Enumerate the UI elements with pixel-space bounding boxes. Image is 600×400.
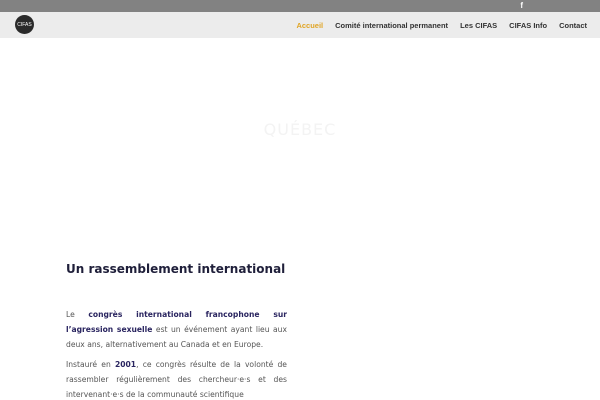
nav-item-contact[interactable]: Contact <box>559 21 587 30</box>
facebook-icon[interactable]: f <box>520 1 523 11</box>
p2-strong: 2001 <box>114 360 137 369</box>
section-title: Un rassemblement international <box>66 262 286 276</box>
p2-lead: Instauré en <box>66 360 115 369</box>
nav-item-cifas-info[interactable]: CIFAS Info <box>509 21 547 30</box>
hero-title: QUÉBEC <box>263 120 337 139</box>
top-bar: f <box>0 0 600 12</box>
logo-text: CIFAS <box>17 21 32 28</box>
site-header: CIFAS Accueil Comité international perma… <box>0 12 600 38</box>
main-nav: Accueil Comité international permanent L… <box>284 12 587 38</box>
intro-paragraph: Le congrès international francophone sur… <box>66 307 287 352</box>
nav-item-accueil[interactable]: Accueil <box>296 21 323 30</box>
nav-item-les-cifas[interactable]: Les CIFAS <box>460 21 497 30</box>
nav-item-comite[interactable]: Comité international permanent <box>335 21 448 30</box>
history-paragraph: Instauré en 2001, ce congrès résulte de … <box>66 357 287 400</box>
p1-lead: Le <box>66 310 89 319</box>
cifas-logo[interactable]: CIFAS <box>15 15 34 34</box>
